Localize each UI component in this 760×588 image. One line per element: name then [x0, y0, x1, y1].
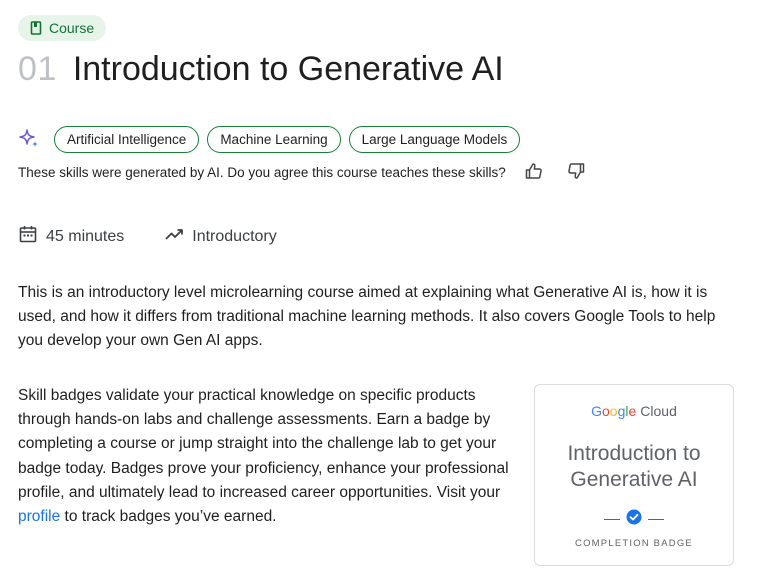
title-number: 01	[18, 50, 57, 88]
badge-info-text-after: to track badges you’ve earned.	[60, 508, 277, 526]
skill-pill-artificial-intelligence[interactable]: Artificial Intelligence	[54, 125, 200, 153]
course-description: This is an introductory level microlearn…	[18, 284, 716, 349]
profile-link[interactable]: profile	[18, 508, 60, 525]
skill-pill-machine-learning[interactable]: Machine Learning	[207, 125, 341, 153]
check-circle-icon	[626, 509, 642, 530]
thumbs-down-button[interactable]	[560, 160, 592, 184]
title-text: Introduction to Generative AI	[72, 50, 504, 88]
level-label: Introductory	[192, 227, 277, 245]
badge-label: COMPLETION BADGE	[575, 538, 693, 549]
skills-feedback: These skills were generated by AI. Do yo…	[18, 160, 602, 184]
feedback-question: These skills were generated by AI. Do yo…	[18, 164, 506, 180]
badge-title: Introduction to Generative AI	[567, 442, 701, 491]
google-wordmark: Google	[591, 403, 637, 419]
badge-info-text: Skill badges validate your practical kno…	[18, 384, 530, 529]
thumbs-down-icon	[566, 161, 586, 184]
skill-pill-large-language-models[interactable]: Large Language Models	[348, 125, 521, 153]
trending-up-icon	[164, 224, 184, 249]
skills-row: Artificial Intelligence Machine Learning…	[18, 125, 521, 153]
level: Introductory	[164, 224, 277, 249]
duration-label: 45 minutes	[46, 227, 125, 245]
duration: 45 minutes	[18, 224, 124, 249]
course-chip-label: Course	[49, 20, 95, 36]
google-cloud-logo: Google Cloud	[591, 403, 677, 419]
page-title: 01 Introduction to Generative AI	[18, 50, 504, 89]
book-icon	[30, 21, 42, 35]
thumbs-up-button[interactable]	[518, 160, 550, 184]
badge-info-text-before: Skill badges validate your practical kno…	[18, 387, 509, 501]
completion-badge-card: Google Cloud Introduction to Generative …	[534, 384, 734, 566]
cloud-wordmark: Cloud	[640, 403, 677, 419]
course-type-chip: Course	[18, 15, 107, 41]
ai-sparkle-icon	[18, 125, 46, 153]
thumbs-up-icon	[524, 161, 544, 184]
badge-divider	[604, 509, 664, 530]
calendar-icon	[18, 224, 38, 249]
course-meta: 45 minutes Introductory	[18, 224, 277, 249]
